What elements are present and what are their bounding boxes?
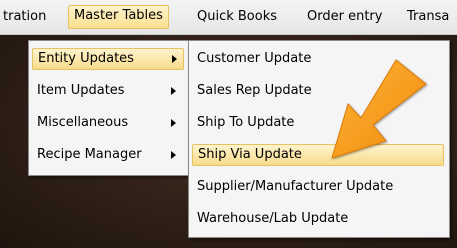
- menu-item-label: Item Updates: [37, 83, 125, 98]
- menu-transactions[interactable]: Transa: [402, 6, 454, 28]
- menu-item-ship-via-update[interactable]: Ship Via Update: [192, 144, 444, 166]
- menu-item-entity-updates[interactable]: Entity Updates: [32, 48, 184, 70]
- menu-item-customer-update[interactable]: Customer Update: [192, 48, 444, 70]
- master-tables-dropdown: Entity Updates Item Updates Miscellaneou…: [28, 40, 190, 176]
- menu-quick-books[interactable]: Quick Books: [192, 6, 282, 28]
- submenu-arrow-icon: [172, 55, 177, 63]
- menu-item-label: Miscellaneous: [37, 115, 129, 130]
- submenu-arrow-icon: [171, 87, 176, 95]
- menu-bar: tration Master Tables Quick Books Order …: [0, 0, 457, 35]
- menu-administration[interactable]: tration: [0, 6, 51, 28]
- menu-item-warehouse-lab-update[interactable]: Warehouse/Lab Update: [192, 208, 444, 230]
- menu-order-entry[interactable]: Order entry: [302, 6, 387, 28]
- menu-item-miscellaneous[interactable]: Miscellaneous: [32, 112, 184, 134]
- submenu-arrow-icon: [171, 119, 176, 127]
- menu-item-item-updates[interactable]: Item Updates: [32, 80, 184, 102]
- menu-item-supplier-manufacturer-update[interactable]: Supplier/Manufacturer Update: [192, 176, 444, 198]
- menu-item-label: Recipe Manager: [37, 147, 142, 162]
- menu-item-sales-rep-update[interactable]: Sales Rep Update: [192, 80, 444, 102]
- submenu-arrow-icon: [171, 151, 176, 159]
- menu-item-label: Entity Updates: [38, 51, 134, 66]
- menu-item-recipe-manager[interactable]: Recipe Manager: [32, 144, 184, 166]
- entity-updates-submenu: Customer Update Sales Rep Update Ship To…: [188, 40, 450, 238]
- menu-item-ship-to-update[interactable]: Ship To Update: [192, 112, 444, 134]
- menu-master-tables[interactable]: Master Tables: [68, 5, 169, 29]
